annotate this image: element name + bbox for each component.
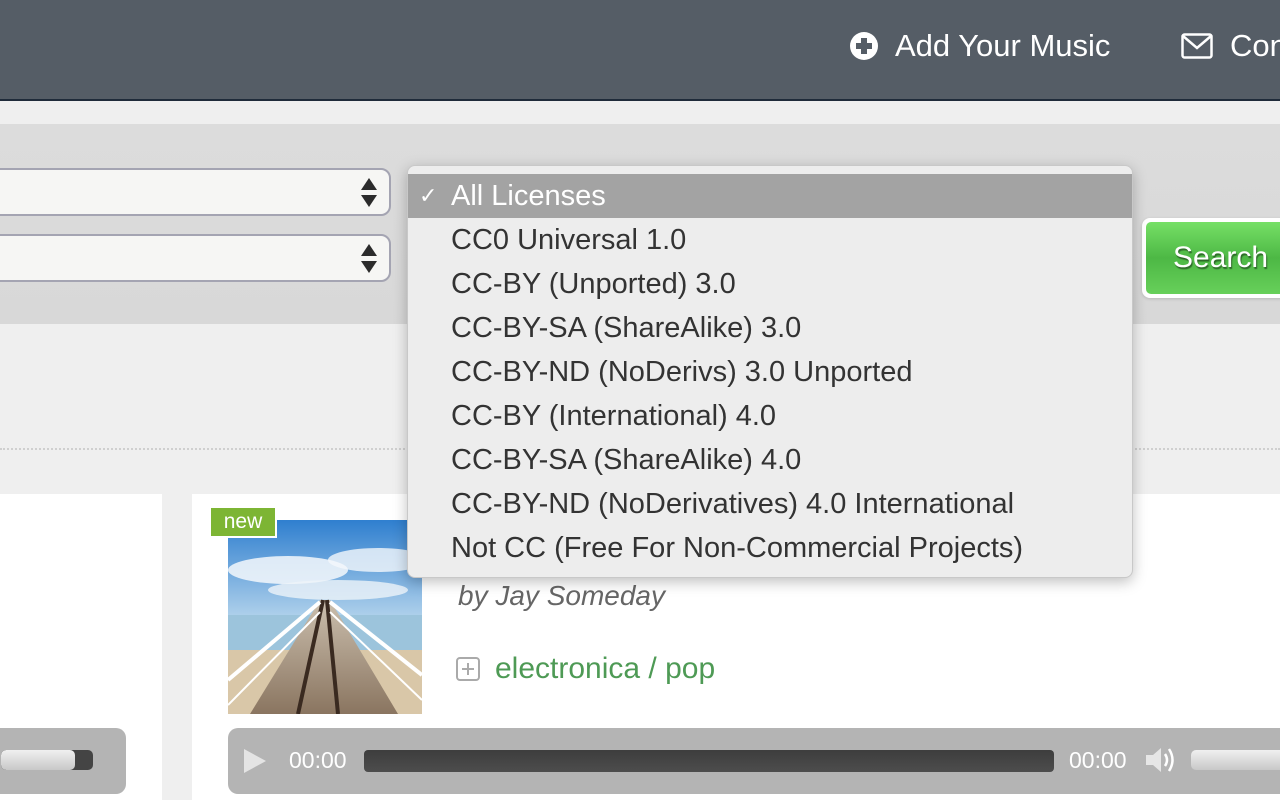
nav-add-your-music-label: Add Your Music [895,28,1111,63]
license-option[interactable]: Not CC (Free For Non-Commercial Projects… [408,526,1132,570]
nav-add-your-music[interactable]: Add Your Music [850,26,1110,66]
filter-select-1[interactable] [0,168,391,216]
search-button[interactable]: Search [1142,218,1280,298]
license-option-label: CC-BY-ND (NoDerivatives) 4.0 Internation… [451,487,1015,520]
audio-player-left [0,728,126,794]
track-artist: by Jay Someday [458,580,665,611]
select-arrows-icon [361,244,377,274]
plus-circle-icon [850,32,878,60]
envelope-icon [1181,33,1213,59]
volume-slider[interactable] [1191,750,1280,770]
top-nav-bar: Add Your Music Contact [0,0,1280,101]
search-button-label: Search [1146,222,1280,294]
duration-time: 00:00 [1069,747,1127,773]
license-option[interactable]: CC-BY-SA (ShareAlike) 3.0 [408,306,1132,350]
select-arrows-icon [361,178,377,208]
license-option-label: CC-BY-ND (NoDerivs) 3.0 Unported [451,355,913,388]
filter-select-2[interactable] [0,234,391,282]
license-option-label: All Licenses [451,179,606,212]
nav-contact-label: Contact [1230,28,1280,63]
license-option-label: CC-BY-SA (ShareAlike) 3.0 [451,311,802,344]
license-option-label: CC0 Universal 1.0 [451,223,687,256]
license-option[interactable]: CC-BY-ND (NoDerivatives) 4.0 Internation… [408,482,1132,526]
license-option[interactable]: CC-BY (Unported) 3.0 [408,262,1132,306]
license-option-label: CC-BY-SA (ShareAlike) 4.0 [451,443,802,476]
license-option[interactable]: CC-BY (International) 4.0 [408,394,1132,438]
checkmark-icon: ✓ [419,183,438,208]
license-option[interactable]: ✓ All Licenses [408,174,1132,218]
current-time: 00:00 [289,747,347,773]
license-option-label: CC-BY (International) 4.0 [451,399,777,432]
license-option[interactable]: CC0 Universal 1.0 [408,218,1132,262]
license-option[interactable]: CC-BY-ND (NoDerivs) 3.0 Unported [408,350,1132,394]
progress-bar[interactable] [364,750,1054,772]
genre-link[interactable]: electronica / pop [495,652,715,686]
play-icon[interactable] [244,749,266,773]
volume-slider-left[interactable] [1,750,93,770]
new-badge: new [209,506,277,538]
album-cover-image[interactable] [228,520,422,714]
license-option-label: CC-BY (Unported) 3.0 [451,267,736,300]
audio-player: 00:00 00:00 [228,728,1280,794]
expand-plus-icon[interactable] [456,657,480,681]
genre-row: electronica / pop [456,652,715,686]
license-dropdown-menu: ✓ All Licenses CC0 Universal 1.0 CC-BY (Unp… [407,165,1133,578]
volume-fill [1,750,75,770]
license-option[interactable]: CC-BY-SA (ShareAlike) 4.0 [408,438,1132,482]
speaker-volume-icon[interactable] [1144,744,1178,776]
nav-contact[interactable]: Contact [1181,26,1280,66]
license-option-label: Not CC (Free For Non-Commercial Projects… [451,531,1024,564]
